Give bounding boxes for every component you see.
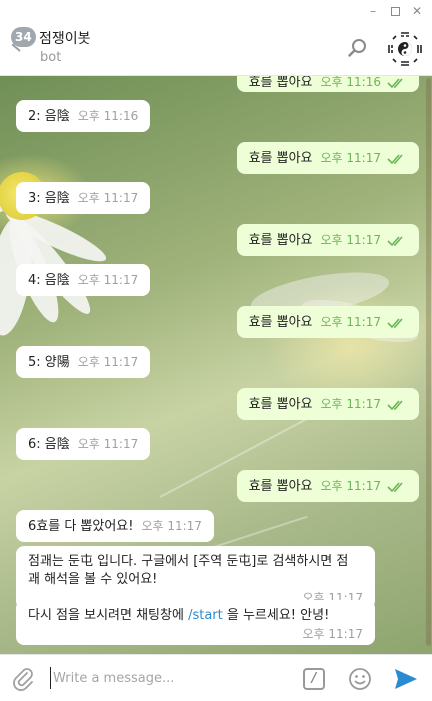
message-text: 6: 음陰 <box>28 437 70 452</box>
send-icon[interactable] <box>394 668 418 690</box>
message-outgoing[interactable]: 효를 뽑아요 오후 11:16 <box>236 76 419 92</box>
message-time: 오후 11:17 <box>320 479 381 493</box>
chat-history[interactable]: 효를 뽑아요 오후 11:16 2: 음陰 오후 11:16 효를 뽑아요 오후 11… <box>0 76 432 654</box>
message-text: 효를 뽑아요 <box>248 151 313 166</box>
chat-header: 34 점쟁이봇 bot <box>0 22 432 76</box>
message-text: 을 누르세요! 안녕! <box>222 608 330 623</box>
message-incoming[interactable]: 4: 음陰 오후 11:17 <box>16 264 151 296</box>
message-text: 6효를 다 뽑았어요! <box>28 519 134 534</box>
message-input[interactable] <box>50 667 280 689</box>
message-incoming[interactable]: 3: 음陰 오후 11:17 <box>16 182 151 214</box>
message-time: 오후 11:17 <box>320 315 381 329</box>
message-outgoing[interactable]: 효를 뽑아요 오후 11:17 <box>236 306 419 338</box>
close-button[interactable]: ✕ <box>406 0 428 22</box>
read-check-icon <box>387 77 403 88</box>
message-time: 오후 11:17 <box>141 519 202 533</box>
chat-scrollbar[interactable] <box>426 78 431 646</box>
chat-title[interactable]: 점쟁이봇 <box>39 28 91 48</box>
message-text-line: 점괘는 둔屯 입니다. 구글에서 [주역 둔屯]로 검색하시면 점 <box>28 554 349 569</box>
message-outgoing[interactable]: 효를 뽑아요 오후 11:17 <box>236 470 419 502</box>
unread-count-badge: 34 <box>11 27 36 47</box>
message-outgoing[interactable]: 효를 뽑아요 오후 11:17 <box>236 224 419 256</box>
start-command-link[interactable]: /start <box>188 608 223 623</box>
message-time: 오후 11:17 <box>77 273 139 287</box>
message-outgoing[interactable]: 효를 뽑아요 오후 11:17 <box>236 142 419 174</box>
message-text: 효를 뽑아요 <box>248 233 313 248</box>
message-text: 효를 뽑아요 <box>248 76 313 90</box>
message-incoming[interactable]: 6: 음陰 오후 11:17 <box>16 428 151 460</box>
message-time: 오후 11:17 <box>320 397 381 411</box>
message-time: 오후 11:17 <box>77 355 139 369</box>
emoji-icon[interactable] <box>348 667 372 691</box>
message-text: 3: 음陰 <box>28 191 70 206</box>
message-time: 오후 11:17 <box>320 233 381 247</box>
message-time: 오후 11:17 <box>77 191 139 205</box>
message-text-line: 다시 점을 보시려면 채팅창에 /start 을 누르세요! 안녕! <box>28 607 363 625</box>
message-time: 오후 11:17 <box>320 151 381 165</box>
bot-command-icon[interactable]: / <box>303 668 325 690</box>
search-icon[interactable] <box>348 38 368 58</box>
read-check-icon <box>387 235 403 246</box>
minimize-button[interactable]: – <box>362 0 384 22</box>
message-text: 5: 양陽 <box>28 355 70 370</box>
message-text-line: 괘 해석을 볼 수 있어요! <box>28 572 158 587</box>
message-incoming[interactable]: 5: 양陽 오후 11:17 <box>16 346 151 378</box>
paperclip-icon[interactable] <box>12 667 34 691</box>
message-time: 오후 11:17 <box>302 627 363 641</box>
message-text: 효를 뽑아요 <box>248 479 313 494</box>
message-text: 다시 점을 보시려면 채팅창에 <box>28 608 189 623</box>
maximize-button[interactable] <box>384 0 406 22</box>
message-composer: / <box>0 654 432 701</box>
message-incoming[interactable]: 6효를 다 뽑았어요! 오후 11:17 <box>16 510 214 542</box>
read-check-icon <box>387 317 403 328</box>
bot-avatar-icon[interactable] <box>385 29 425 69</box>
message-text: 2: 음陰 <box>28 109 70 124</box>
read-check-icon <box>387 481 403 492</box>
maximize-icon <box>390 7 400 16</box>
message-text: 효를 뽑아요 <box>248 397 313 412</box>
message-text: 효를 뽑아요 <box>248 315 313 330</box>
message-incoming[interactable]: 다시 점을 보시려면 채팅창에 /start 을 누르세요! 안녕! 오후 11… <box>16 600 375 645</box>
message-time: 오후 11:16 <box>77 109 139 123</box>
message-outgoing[interactable]: 효를 뽑아요 오후 11:17 <box>236 388 419 420</box>
window-titlebar: – ✕ <box>0 0 432 22</box>
read-check-icon <box>387 399 403 410</box>
message-text: 4: 음陰 <box>28 273 70 288</box>
message-time: 오후 11:17 <box>77 437 139 451</box>
chat-subtitle: bot <box>40 50 62 65</box>
message-time: 오후 11:16 <box>320 76 381 89</box>
message-incoming[interactable]: 2: 음陰 오후 11:16 <box>16 100 151 132</box>
read-check-icon <box>387 153 403 164</box>
